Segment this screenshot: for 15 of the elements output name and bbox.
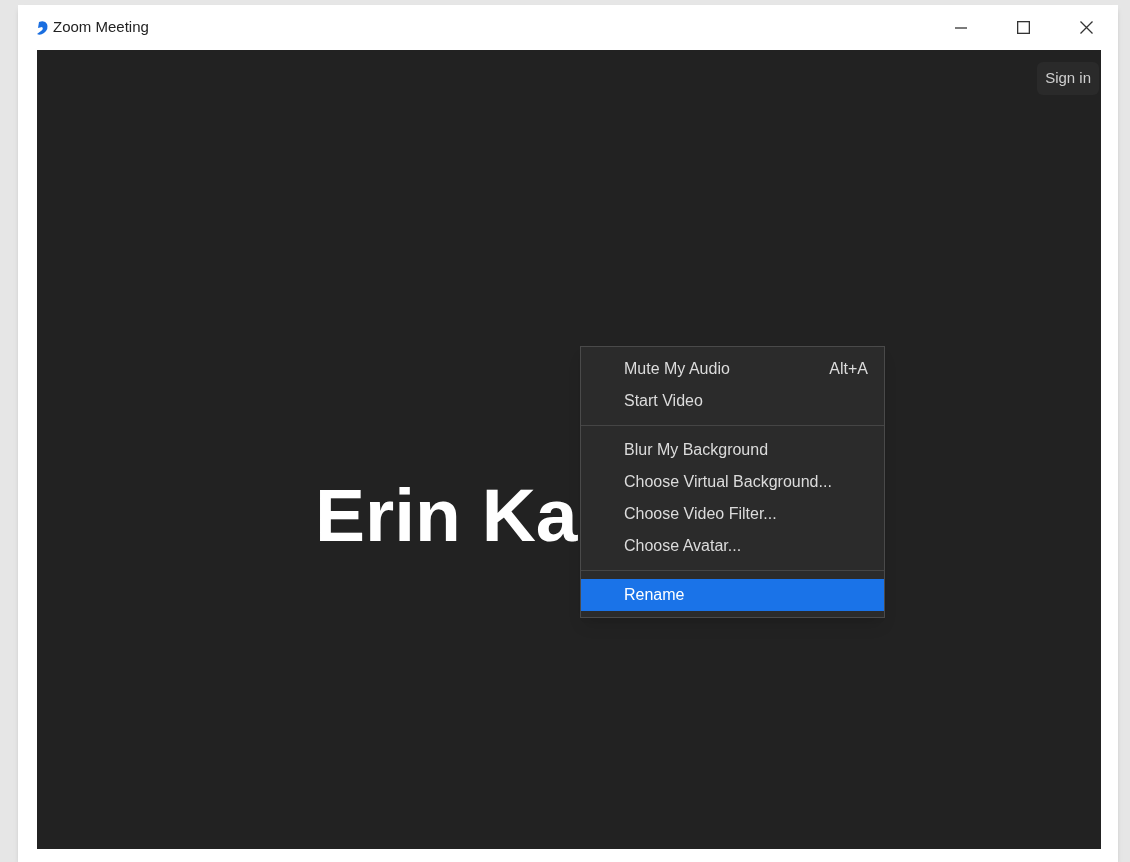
menu-item[interactable]: Start Video: [581, 385, 884, 417]
camera-logo-icon: [36, 19, 49, 36]
close-icon: [1080, 21, 1093, 34]
menu-item[interactable]: Blur My Background: [581, 434, 884, 466]
menu-item[interactable]: Choose Avatar...: [581, 530, 884, 562]
window-title: Zoom Meeting: [53, 17, 149, 38]
menu-item[interactable]: Choose Virtual Background...: [581, 466, 884, 498]
maximize-icon: [1017, 21, 1030, 34]
participant-name: Erin Ka: [315, 478, 578, 553]
sign-in-button[interactable]: Sign in: [1037, 62, 1099, 95]
minimize-icon: [954, 26, 967, 29]
menu-item[interactable]: Rename: [581, 579, 884, 611]
shortcut-label: Alt+A: [829, 359, 868, 379]
menu-item[interactable]: Mute My Audio Alt+A: [581, 353, 884, 385]
menu-item[interactable]: Choose Video Filter...: [581, 498, 884, 530]
